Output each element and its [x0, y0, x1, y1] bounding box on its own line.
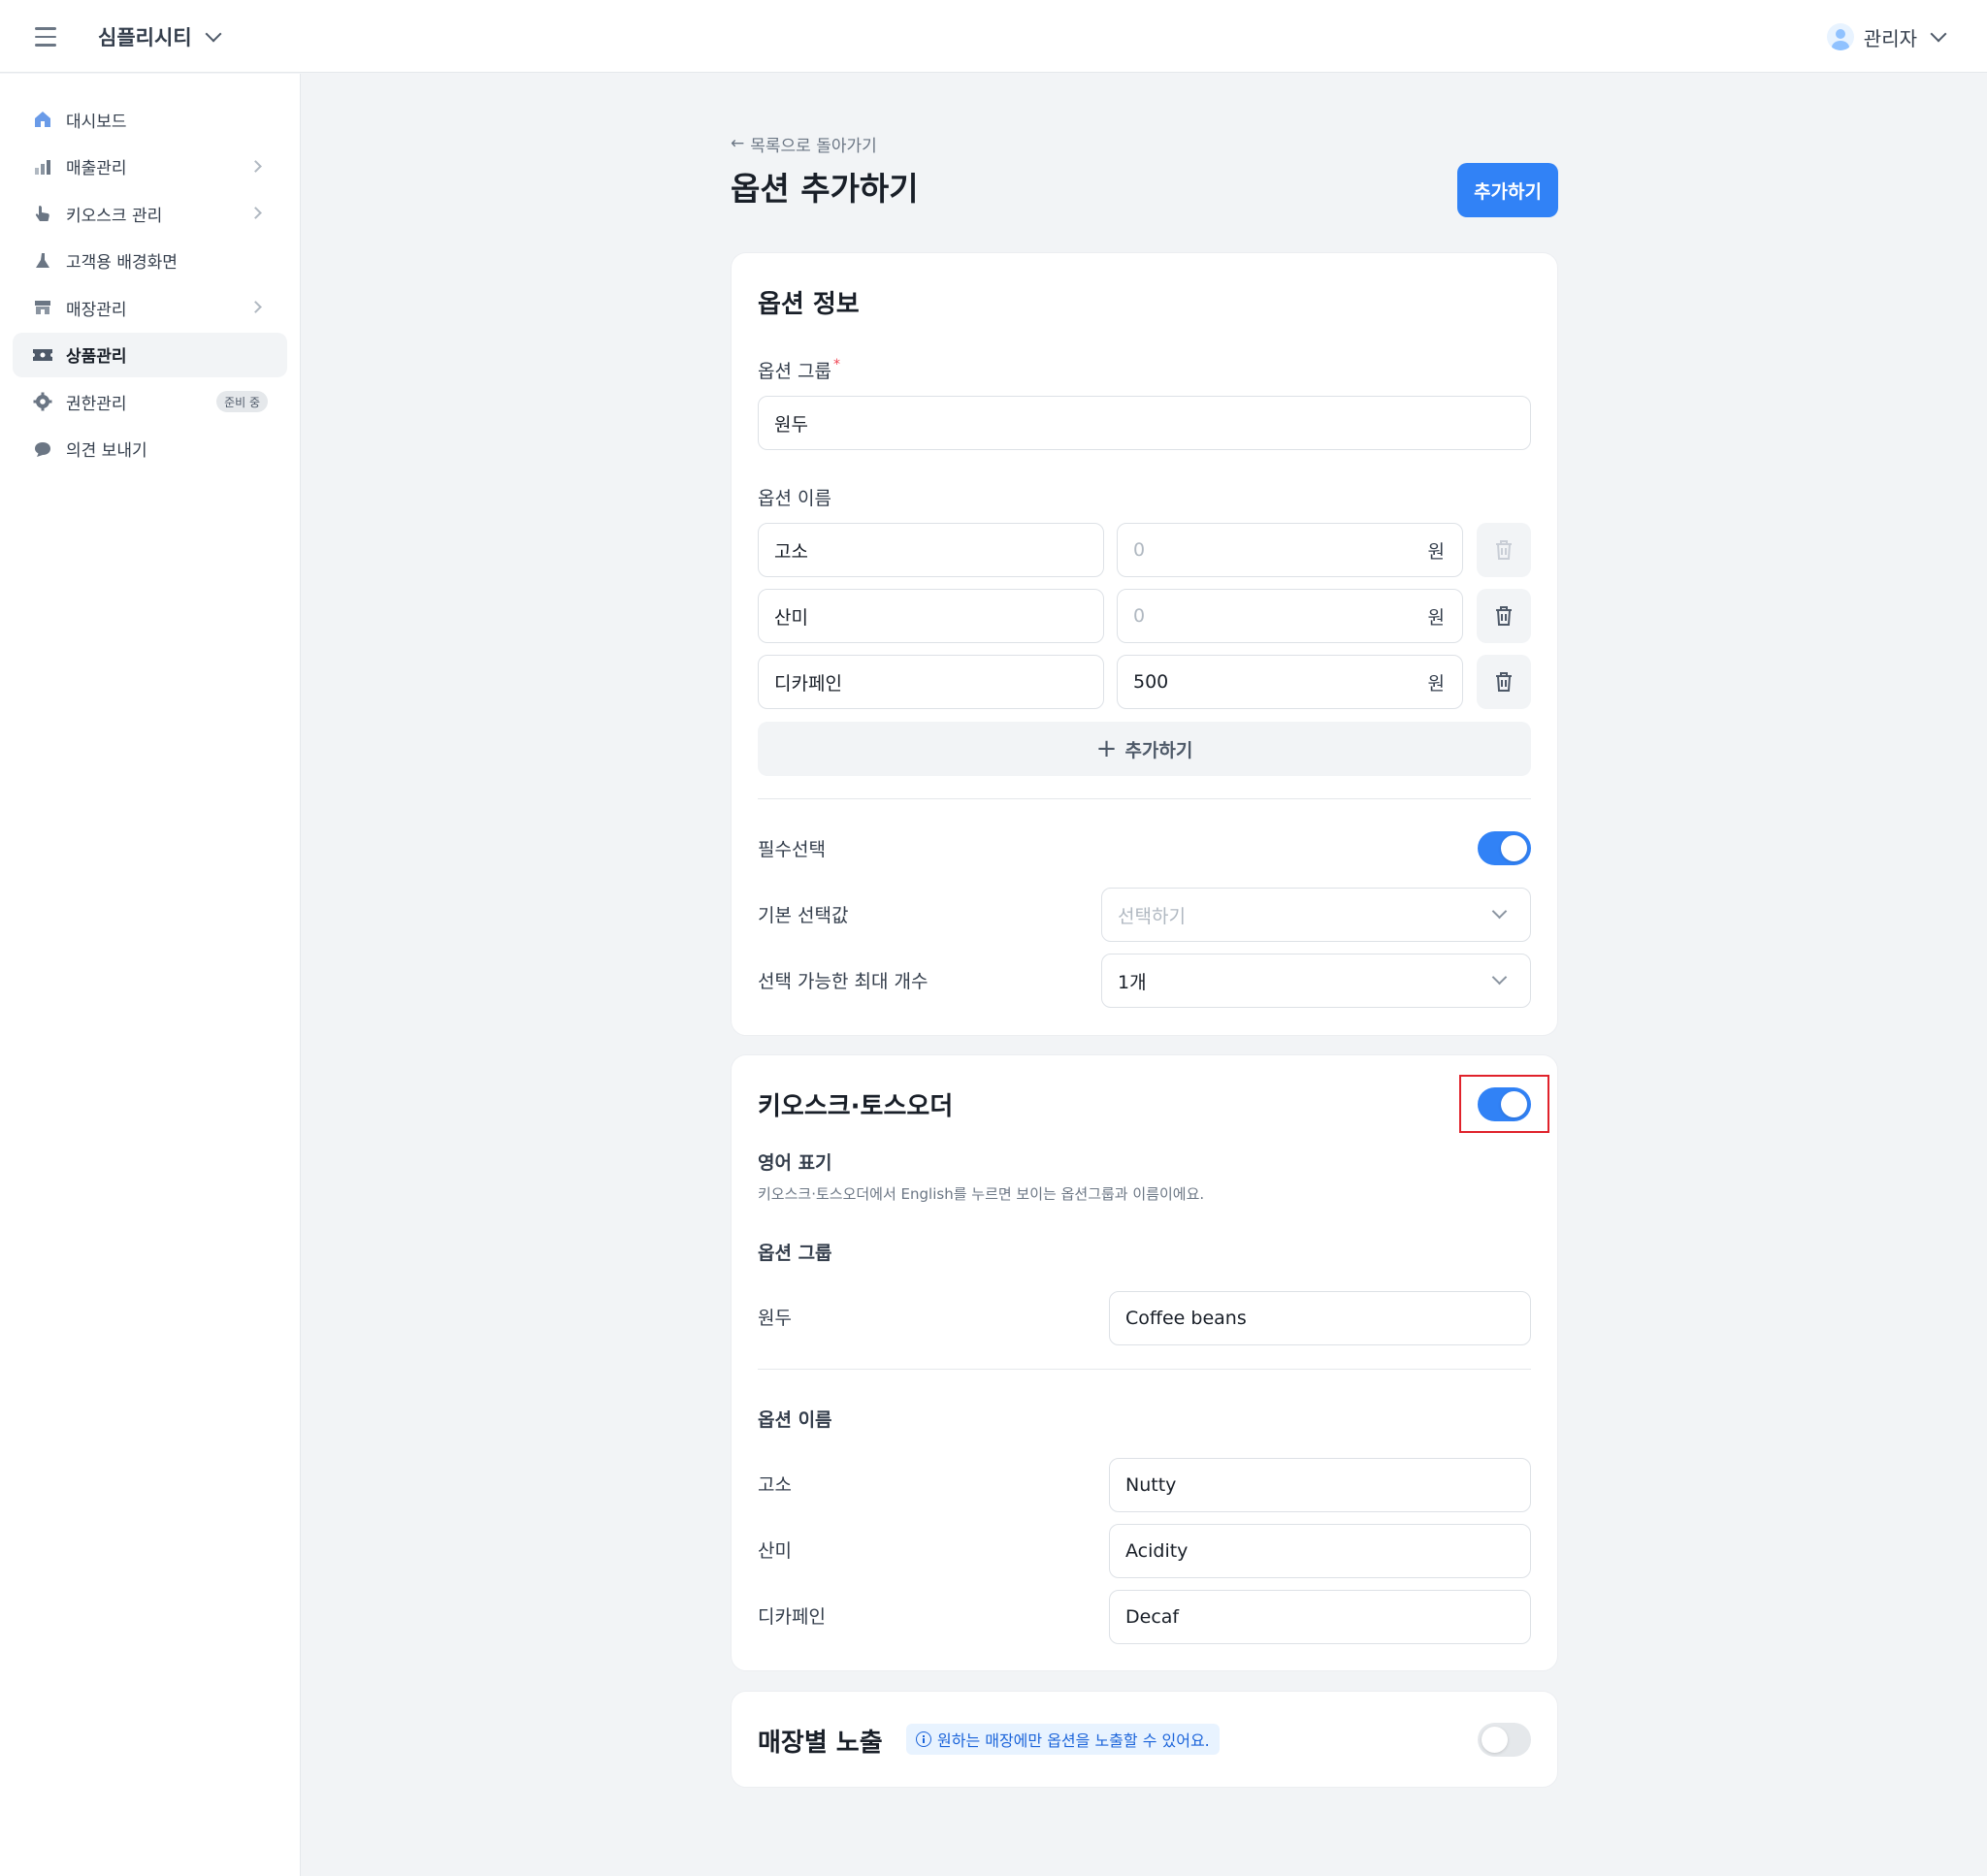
en-name-input-2[interactable]: Acidity — [1109, 1524, 1531, 1578]
trash-icon — [1496, 672, 1512, 692]
store-exposure-toggle[interactable] — [1478, 1723, 1531, 1757]
option-group-input[interactable]: 원두 — [758, 396, 1531, 450]
sidebar-item-feedback[interactable]: 의견 보내기 — [13, 427, 287, 471]
add-option-button[interactable]: + 추가하기 — [758, 722, 1531, 776]
top-header: 심플리시티 관리자 — [0, 0, 1987, 73]
plus-icon: + — [1095, 734, 1118, 763]
user-menu[interactable]: 관리자 — [1826, 19, 1947, 54]
required-select-label: 필수선택 — [758, 839, 826, 860]
en-group-ko: 원두 — [758, 1308, 792, 1329]
user-name: 관리자 — [1863, 26, 1917, 50]
kiosk-title: 키오스크·토스오더 — [758, 1092, 954, 1121]
default-value-select[interactable]: 선택하기 — [1101, 888, 1531, 942]
required-mark: * — [832, 357, 840, 372]
store-icon — [32, 297, 53, 318]
en-name-ko-1: 고소 — [758, 1474, 792, 1496]
main-content: ← 목록으로 돌아가기 옵션 추가하기 추가하기 — [731, 132, 1558, 217]
store-exposure-info: 원하는 매장에만 옵션을 노출할 수 있어요. — [906, 1724, 1220, 1755]
required-select-toggle[interactable] — [1478, 831, 1531, 865]
sidebar-item-wallpaper[interactable]: 고객용 배경화면 — [13, 239, 287, 283]
en-group-heading: 옵션 그룹 — [758, 1243, 832, 1264]
en-name-heading: 옵션 이름 — [758, 1409, 832, 1431]
store-selector[interactable]: 심플리시티 — [98, 19, 222, 54]
chevron-right-icon — [249, 159, 262, 173]
chevron-right-icon — [249, 207, 262, 219]
default-value-label: 기본 선택값 — [758, 905, 849, 926]
kiosk-card: 키오스크·토스오더 영어 표기 키오스크·토스오더에서 English를 누르면… — [731, 1054, 1558, 1671]
en-name-input-3[interactable]: Decaf — [1109, 1590, 1531, 1644]
chevron-right-icon — [249, 301, 262, 313]
hamburger-menu-icon[interactable] — [35, 23, 62, 50]
en-group-input[interactable]: Coffee beans — [1109, 1291, 1531, 1345]
option-name-input-2[interactable]: 산미 — [758, 589, 1104, 643]
divider — [758, 1369, 1531, 1370]
back-link[interactable]: ← 목록으로 돌아가기 — [731, 132, 1558, 156]
page-title: 옵션 추가하기 — [731, 170, 919, 208]
status-badge: 준비 중 — [216, 391, 268, 412]
max-count-select[interactable]: 1개 — [1101, 954, 1531, 1008]
option-name-input-1[interactable]: 고소 — [758, 523, 1104, 577]
gear-icon — [32, 391, 53, 412]
option-name-input-3[interactable]: 디카페인 — [758, 655, 1104, 709]
brush-icon — [32, 250, 53, 272]
info-icon — [916, 1731, 931, 1747]
chat-bubble-icon — [32, 438, 53, 460]
store-name: 심플리시티 — [98, 26, 192, 49]
english-label: 영어 표기 — [758, 1152, 832, 1174]
hand-pointer-icon — [32, 203, 53, 224]
avatar — [1826, 23, 1854, 50]
trash-icon — [1496, 606, 1512, 626]
chevron-down-icon — [1930, 25, 1947, 43]
home-icon — [32, 109, 53, 130]
chevron-down-icon — [1491, 969, 1508, 986]
option-price-input-1[interactable]: 0 원 — [1117, 523, 1463, 577]
sidebar-item-permissions[interactable]: 권한관리 준비 중 — [13, 379, 287, 424]
option-name-label: 옵션 이름 — [758, 488, 831, 509]
en-name-ko-2: 산미 — [758, 1540, 792, 1562]
option-info-title: 옵션 정보 — [758, 290, 860, 319]
store-exposure-card: 매장별 노출 원하는 매장에만 옵션을 노출할 수 있어요. — [731, 1691, 1558, 1788]
bar-chart-icon — [32, 156, 53, 178]
chevron-down-icon — [1491, 903, 1508, 920]
delete-option-button-2[interactable] — [1477, 589, 1531, 643]
chevron-down-icon — [205, 25, 222, 43]
option-price-input-3[interactable]: 500 원 — [1117, 655, 1463, 709]
max-count-label: 선택 가능한 최대 개수 — [758, 971, 928, 992]
ticket-icon — [32, 344, 53, 366]
sidebar-item-dashboard[interactable]: 대시보드 — [13, 97, 287, 142]
arrow-left-icon: ← — [731, 134, 745, 153]
trash-icon — [1496, 540, 1512, 560]
delete-option-button-1[interactable] — [1477, 523, 1531, 577]
delete-option-button-3[interactable] — [1477, 655, 1531, 709]
sidebar-item-store[interactable]: 매장관리 — [13, 285, 287, 330]
option-group-label: 옵션 그룹 * — [758, 357, 840, 382]
english-description: 키오스크·토스오더에서 English를 누르면 보이는 옵션그룹과 이름이에요… — [758, 1185, 1205, 1203]
sidebar: 대시보드 매출관리 키오스크 관리 고객용 배경화면 매장관리 상품관리 권한관… — [0, 74, 301, 1876]
divider — [758, 798, 1531, 799]
sidebar-item-products[interactable]: 상품관리 — [13, 332, 287, 377]
sidebar-item-sales[interactable]: 매출관리 — [13, 145, 287, 189]
option-info-card: 옵션 정보 옵션 그룹 * 원두 옵션 이름 고소 0 원 산미 0 원 디카페인… — [731, 252, 1558, 1036]
option-price-input-2[interactable]: 0 원 — [1117, 589, 1463, 643]
sidebar-item-kiosk[interactable]: 키오스크 관리 — [13, 191, 287, 236]
en-name-input-1[interactable]: Nutty — [1109, 1458, 1531, 1512]
highlight-box — [1459, 1075, 1549, 1133]
store-exposure-title: 매장별 노출 — [758, 1729, 883, 1758]
en-name-ko-3: 디카페인 — [758, 1606, 826, 1628]
submit-button[interactable]: 추가하기 — [1457, 163, 1558, 217]
